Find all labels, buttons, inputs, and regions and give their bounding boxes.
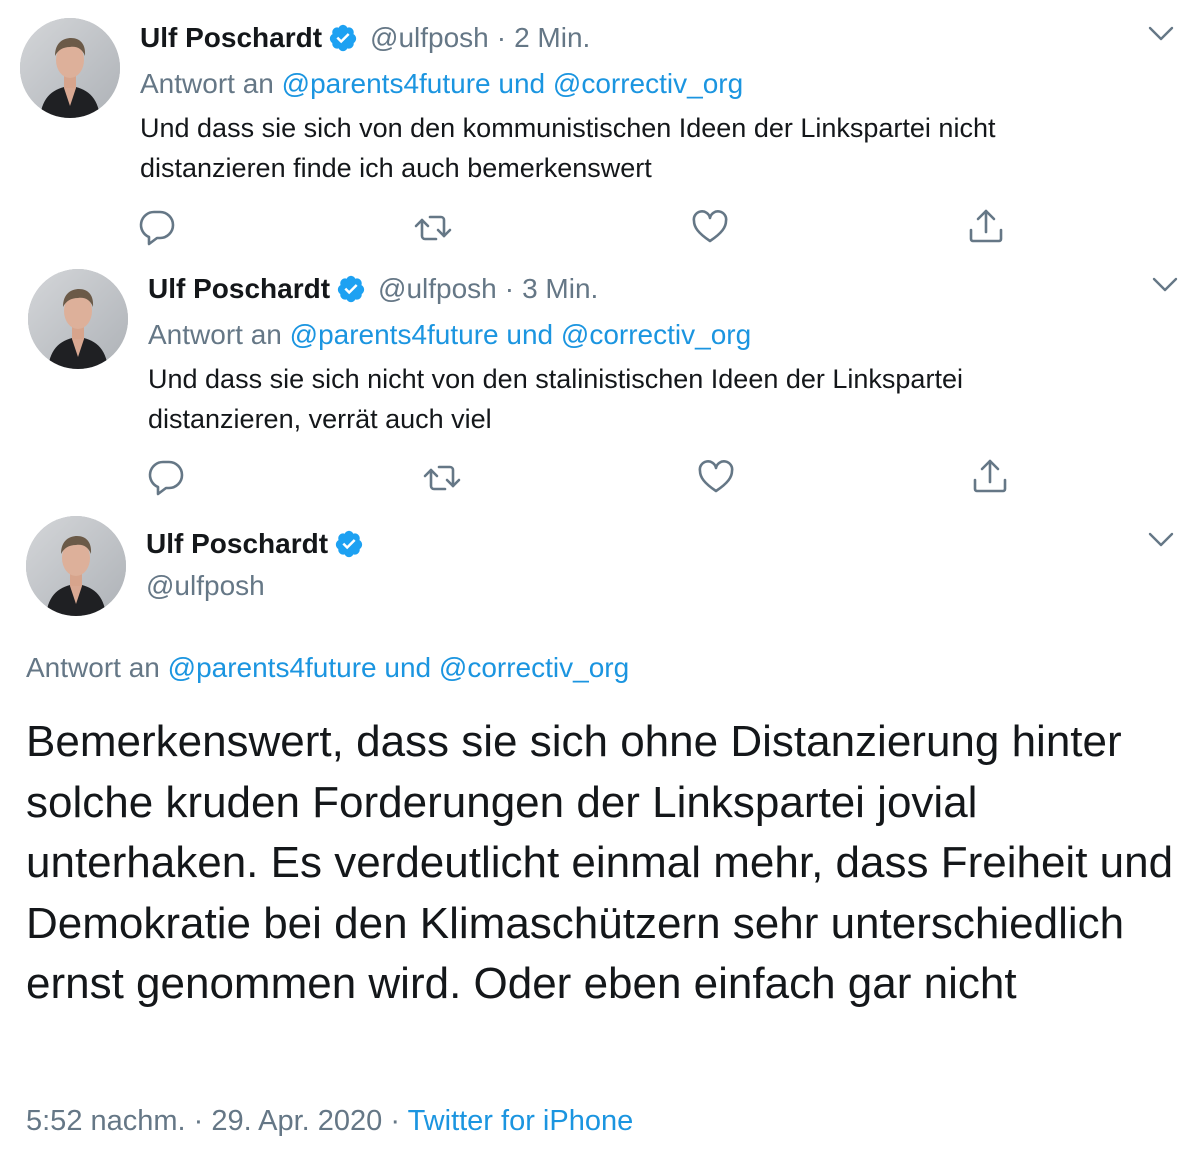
- reply-prefix: Antwort an: [26, 652, 160, 683]
- reply-prefix: Antwort an: [148, 319, 282, 350]
- verified-badge-icon: [336, 274, 366, 304]
- tweet-header: Ulf Poschardt @ulfposh · 2 Min.: [140, 22, 590, 54]
- author-handle[interactable]: @ulfposh: [370, 22, 489, 54]
- author-handle-line: @ulfposh: [146, 570, 265, 602]
- author-name[interactable]: Ulf Poschardt: [146, 528, 328, 560]
- tweet-header: Ulf Poschardt: [146, 528, 364, 560]
- author-name[interactable]: Ulf Poschardt: [148, 273, 330, 305]
- main-tweet-text: Bemerkenswert, dass sie sich ohne Distan…: [26, 717, 1174, 1008]
- tweet-timestamp[interactable]: 5:52 nachm. · 29. Apr. 2020 ·: [26, 1105, 400, 1137]
- tweet-text: Und dass sie sich nicht von den stalinis…: [148, 364, 963, 434]
- chevron-down-icon[interactable]: [1148, 532, 1174, 548]
- tweet-time[interactable]: 3 Min.: [522, 273, 598, 305]
- chevron-down-icon[interactable]: [1152, 277, 1178, 293]
- tweet-text: Und dass sie sich von den kommunistische…: [140, 113, 996, 183]
- avatar[interactable]: [20, 18, 120, 118]
- reply-prefix: Antwort an: [140, 68, 274, 99]
- reply-mentions[interactable]: @parents4future und @correctiv_org: [168, 652, 630, 683]
- reply-icon[interactable]: [137, 206, 177, 246]
- reply-icon[interactable]: [146, 456, 186, 496]
- share-icon[interactable]: [966, 206, 1006, 246]
- avatar[interactable]: [28, 269, 128, 369]
- tweet-source[interactable]: Twitter for iPhone: [408, 1105, 634, 1137]
- retweet-icon[interactable]: [422, 458, 462, 498]
- like-icon[interactable]: [690, 207, 730, 247]
- tweet-header: Ulf Poschardt @ulfposh · 3 Min.: [148, 273, 598, 305]
- tweet-meta: 5:52 nachm. · 29. Apr. 2020 · Twitter fo…: [26, 1105, 633, 1138]
- author-handle[interactable]: @ulfposh: [378, 273, 497, 305]
- chevron-down-icon[interactable]: [1148, 26, 1174, 42]
- tweet-time[interactable]: 2 Min.: [514, 22, 590, 54]
- separator: ·: [504, 273, 515, 304]
- separator: ·: [496, 22, 507, 53]
- verified-badge-icon: [334, 529, 364, 559]
- reply-mentions[interactable]: @parents4future und @correctiv_org: [290, 319, 752, 350]
- retweet-icon[interactable]: [413, 208, 453, 248]
- share-icon[interactable]: [970, 456, 1010, 496]
- reply-context: Antwort an @parents4future und @correcti…: [148, 319, 751, 351]
- author-handle[interactable]: @ulfposh: [146, 570, 265, 602]
- avatar[interactable]: [26, 516, 126, 616]
- reply-mentions[interactable]: @parents4future und @correctiv_org: [282, 68, 744, 99]
- author-name[interactable]: Ulf Poschardt: [140, 22, 322, 54]
- verified-badge-icon: [328, 23, 358, 53]
- reply-context: Antwort an @parents4future und @correcti…: [26, 652, 629, 684]
- reply-context: Antwort an @parents4future und @correcti…: [140, 68, 743, 100]
- like-icon[interactable]: [696, 457, 736, 497]
